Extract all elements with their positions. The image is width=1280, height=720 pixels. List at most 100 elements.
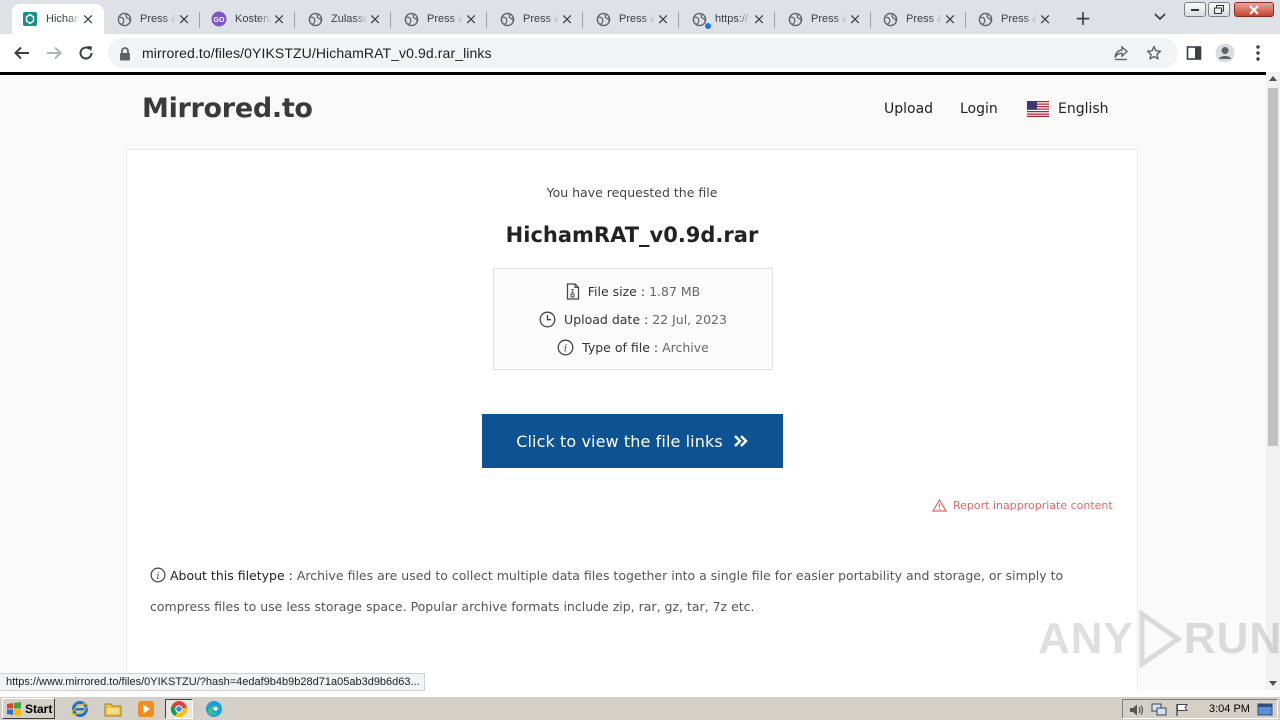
about-filetype: i About this filetype : Archive files ar… — [150, 562, 1110, 621]
report-link-label: Report inappropriate content — [953, 499, 1113, 512]
watermark-text-left: ANY — [1038, 614, 1134, 663]
page-scrollbar[interactable] — [1266, 72, 1280, 690]
menu-kebab-icon[interactable] — [1248, 43, 1268, 63]
tab-close-icon[interactable]: × — [463, 11, 479, 27]
back-button[interactable] — [10, 41, 34, 65]
close-window-button[interactable] — [1234, 2, 1274, 17]
taskbar-clock[interactable]: 3:04 PM — [1209, 703, 1250, 715]
share-icon[interactable] — [1113, 45, 1129, 65]
tab-close-icon[interactable]: × — [942, 11, 958, 27]
tab-title: https:// — [715, 13, 749, 25]
site-logo[interactable]: Mirrored.to — [142, 93, 313, 124]
tab-close-icon[interactable]: × — [559, 11, 575, 27]
scroll-up-arrow-icon[interactable] — [1269, 76, 1277, 81]
media-player-icon[interactable] — [136, 699, 156, 719]
globe-icon — [116, 11, 132, 27]
tab-close-icon[interactable]: × — [655, 11, 671, 27]
new-tab-button[interactable]: + — [1071, 6, 1095, 30]
about-filetype-label: About this filetype : — [170, 568, 293, 583]
upload-date-row: Upload date : 22 Jul, 2023 — [494, 311, 772, 328]
tab-title: Press & Hold — [906, 13, 942, 25]
file-size-value: 1.87 MB — [649, 284, 701, 299]
reload-button[interactable] — [74, 41, 98, 65]
tab-press-hold-5[interactable]: Press & Hold × — [777, 4, 871, 34]
tab-press-hold-1[interactable]: Press & Hold × — [106, 4, 200, 34]
windows-logo-icon — [7, 701, 21, 716]
tab-close-icon[interactable]: × — [80, 11, 96, 27]
edge-icon[interactable] — [204, 699, 224, 719]
loading-dot-icon — [705, 23, 711, 29]
requested-text: You have requested the file — [546, 185, 718, 200]
volume-icon[interactable] — [1129, 702, 1145, 720]
browser-toolbar: mirrored.to/files/0YIKSTZU/HichamRAT_v0.… — [0, 34, 1280, 72]
show-desktop-icon[interactable] — [1257, 702, 1273, 720]
file-size-label: File size : — [587, 284, 646, 299]
address-bar[interactable]: mirrored.to/files/0YIKSTZU/HichamRAT_v0.… — [108, 38, 1178, 68]
tab-title: Press & Hold — [140, 13, 176, 25]
tab-title: Kostenlos — [235, 13, 271, 25]
upload-link[interactable]: Upload — [884, 101, 933, 117]
action-center-flag-icon[interactable] — [1175, 702, 1189, 720]
tab-close-icon[interactable]: × — [271, 11, 287, 27]
globe-icon — [499, 11, 515, 27]
file-card: You have requested the file HichamRAT_v0… — [126, 149, 1138, 690]
profile-avatar-icon[interactable] — [1215, 43, 1235, 63]
tab-close-icon[interactable]: × — [367, 11, 383, 27]
globe-icon — [787, 11, 803, 27]
tab-kostenlos[interactable]: GO Kostenlos × — [201, 4, 295, 34]
tab-title: Press & Hold — [811, 13, 847, 25]
us-flag-icon[interactable] — [1027, 101, 1049, 117]
login-link[interactable]: Login — [960, 101, 998, 117]
tab-title: Press & Hold — [619, 13, 655, 25]
report-content-link[interactable]: Report inappropriate content — [932, 499, 1113, 512]
start-button[interactable]: Start — [2, 698, 55, 719]
system-tray: 3:04 PM — [1122, 699, 1278, 719]
scrollbar-thumb[interactable] — [1268, 88, 1278, 446]
page-viewport: Mirrored.to Upload Login English You hav… — [0, 75, 1266, 690]
tab-close-icon[interactable]: × — [751, 11, 767, 27]
url-text[interactable]: mirrored.to/files/0YIKSTZU/HichamRAT_v0.… — [142, 45, 492, 61]
tab-close-icon[interactable]: × — [1037, 11, 1053, 27]
tab-hichamrat[interactable]: HichamRAT_v0.9d.rar × — [12, 4, 104, 34]
watermark-text-right: RUN — [1183, 614, 1280, 663]
lock-icon — [119, 46, 131, 65]
globe-icon — [977, 11, 993, 27]
side-panel-icon[interactable] — [1184, 43, 1204, 63]
forward-button[interactable] — [42, 41, 66, 65]
scroll-down-arrow-icon[interactable] — [1269, 681, 1277, 686]
internet-explorer-icon[interactable] — [70, 699, 90, 719]
svg-text:i: i — [564, 344, 567, 355]
file-info-box: File size : 1.87 MB Upload date : 22 Jul… — [493, 268, 773, 370]
tab-close-icon[interactable]: × — [847, 11, 863, 27]
restore-window-button[interactable] — [1208, 2, 1230, 17]
file-explorer-icon[interactable] — [103, 699, 123, 719]
file-type-value: Archive — [662, 340, 709, 355]
tab-title: Press & Hold — [523, 13, 559, 25]
tab-press-hold-7[interactable]: Press & Hold × — [967, 4, 1061, 34]
bookmark-star-icon[interactable] — [1146, 45, 1162, 65]
upload-date-label: Upload date : — [564, 312, 649, 327]
svg-text:GO: GO — [214, 17, 225, 24]
info-icon: i — [557, 339, 574, 356]
minimize-window-button[interactable] — [1184, 2, 1206, 17]
tab-close-icon[interactable]: × — [176, 11, 192, 27]
tab-press-hold-6[interactable]: Press & Hold × — [872, 4, 966, 34]
file-document-icon — [566, 283, 580, 300]
tab-press-hold-3[interactable]: Press & Hold × — [489, 4, 583, 34]
file-type-row: i Type of file : Archive — [494, 339, 772, 356]
tab-zulassen[interactable]: Zulassen × — [297, 4, 391, 34]
network-icon[interactable] — [1151, 702, 1167, 720]
tab-press-hold-4[interactable]: Press & Hold × — [585, 4, 679, 34]
tab-https-loading[interactable]: https:// × — [681, 4, 775, 34]
file-name: HichamRAT_v0.9d.rar — [505, 223, 759, 247]
language-selector[interactable]: English — [1058, 101, 1109, 117]
mirrored-favicon-icon — [22, 11, 38, 27]
view-file-links-button[interactable]: Click to view the file links — [482, 414, 783, 468]
tab-press-hold-2[interactable]: Press & Hold × — [393, 4, 487, 34]
file-size-row: File size : 1.87 MB — [494, 283, 772, 300]
info-icon: i — [150, 565, 166, 593]
tab-search-chevron-icon[interactable] — [1150, 8, 1170, 26]
tab-title: Zulassen — [331, 13, 367, 25]
windows-taskbar: Start 3:04 PM — [0, 696, 1280, 720]
chrome-taskbar-icon[interactable] — [165, 699, 193, 719]
